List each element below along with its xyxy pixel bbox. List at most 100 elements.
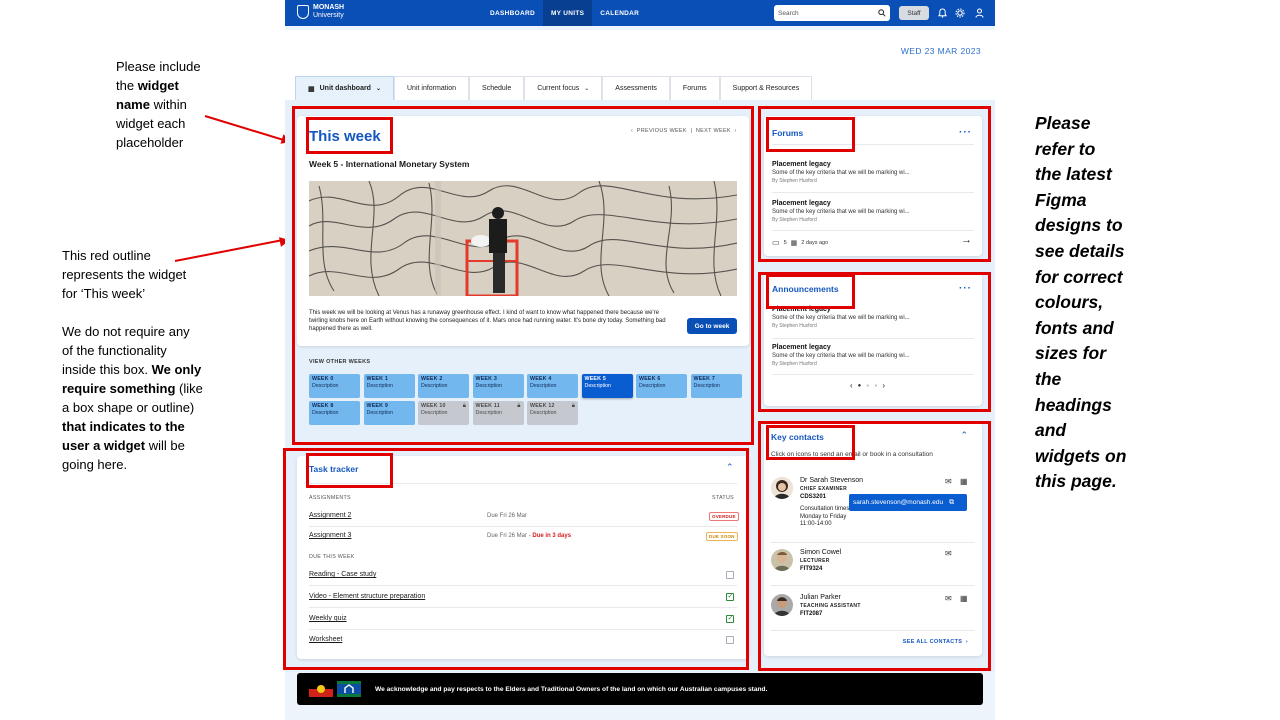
- tab-current-focus[interactable]: Current focus ⌄: [524, 76, 603, 100]
- hours-days: Monday to Friday: [800, 513, 847, 520]
- announcements-title: Announcements: [772, 284, 839, 294]
- status-badge: DUE SOON: [706, 532, 738, 541]
- copy-icon[interactable]: ⧉: [949, 499, 954, 507]
- note-bold: require something: [62, 381, 176, 396]
- email-icon[interactable]: ✉: [945, 477, 952, 486]
- see-all-contacts-link[interactable]: SEE ALL CONTACTS ›: [903, 639, 968, 645]
- previous-week-link[interactable]: PREVIOUS WEEK: [637, 128, 687, 134]
- staff-button[interactable]: Staff: [899, 6, 929, 20]
- lock-icon: 🔒︎: [517, 403, 521, 409]
- chevron-right-icon[interactable]: ›: [882, 381, 885, 390]
- arrow-right-icon[interactable]: →: [961, 234, 972, 246]
- assignment-link[interactable]: Assignment 3: [309, 532, 351, 539]
- main-nav: DASHBOARD MY UNITS CALENDAR: [482, 0, 647, 26]
- note-bold: user a widget: [62, 438, 146, 453]
- tab-forums[interactable]: Forums: [669, 76, 720, 100]
- chevron-left-icon[interactable]: ‹: [850, 381, 853, 390]
- note-text: will be: [145, 438, 185, 453]
- tab-unit-information[interactable]: Unit information: [394, 76, 470, 100]
- task-link[interactable]: Worksheet: [309, 636, 342, 643]
- tab-unit-dashboard[interactable]: ▦ Unit dashboard ⌄: [295, 76, 394, 100]
- chevron-down-icon: ⌄: [584, 86, 590, 92]
- note-line: for ‘This week’: [62, 286, 146, 301]
- chevron-down-icon: ⌄: [375, 86, 381, 92]
- tab-schedule[interactable]: Schedule: [469, 76, 525, 100]
- chevron-up-icon[interactable]: ⌃: [726, 462, 734, 473]
- week-tile[interactable]: WEEK 4 Description: [527, 374, 578, 398]
- task-checkbox-checked[interactable]: [726, 592, 734, 601]
- nav-dashboard[interactable]: DASHBOARD: [482, 0, 543, 26]
- note-bold: We only: [151, 362, 202, 377]
- calendar-icon[interactable]: ▦: [960, 594, 968, 603]
- gear-icon[interactable]: [955, 8, 965, 18]
- go-to-week-button[interactable]: Go to week: [687, 318, 737, 334]
- annotation-outline: This red outline represents the widget f…: [62, 246, 203, 474]
- task-checkbox[interactable]: [726, 636, 734, 644]
- task-link[interactable]: Reading - Case study: [309, 571, 376, 578]
- email-icon[interactable]: ✉: [945, 549, 952, 558]
- monash-logo[interactable]: MONASH University: [297, 4, 344, 20]
- divider: [771, 542, 975, 543]
- week-tile[interactable]: WEEK 1 Description: [363, 374, 415, 398]
- search-icon[interactable]: [878, 9, 886, 17]
- divider: [772, 374, 974, 375]
- forum-post[interactable]: Placement legacy Some of the key criteri…: [772, 200, 910, 223]
- divider: [309, 607, 737, 608]
- nav-my-units[interactable]: MY UNITS: [542, 0, 593, 26]
- divider: [771, 585, 975, 586]
- email-icon[interactable]: ✉: [945, 594, 952, 603]
- week-description: Description: [530, 409, 557, 416]
- note-line: the widget: [116, 76, 201, 95]
- post-author: By Stephen Huxford: [772, 323, 817, 329]
- lock-icon: 🔒︎: [571, 403, 575, 409]
- tab-assessments[interactable]: Assessments: [602, 76, 670, 100]
- carousel-dot[interactable]: ●: [874, 383, 877, 389]
- announcement-item[interactable]: Placement legacy Some of the key criteri…: [772, 306, 910, 329]
- week-tile[interactable]: WEEK 3 Description: [472, 374, 524, 398]
- task-link[interactable]: Weekly quiz: [309, 615, 347, 622]
- carousel-dot-active[interactable]: ●: [858, 383, 862, 389]
- carousel-dot[interactable]: ●: [866, 383, 869, 389]
- task-checkbox[interactable]: [726, 571, 734, 579]
- announcements-widget: Announcements ··· Placement legacy Some …: [764, 273, 982, 406]
- more-options-icon[interactable]: ···: [959, 127, 972, 138]
- note-line: headings: [1035, 394, 1112, 415]
- chevron-right-icon[interactable]: ›: [735, 128, 737, 134]
- note-line: placeholder: [116, 135, 184, 150]
- week-tile[interactable]: WEEK 9 Description: [363, 401, 415, 425]
- bell-icon[interactable]: [937, 8, 947, 18]
- grid-icon: ▦: [308, 85, 315, 93]
- week-tile[interactable]: WEEK 7 Description: [690, 374, 742, 398]
- search-input[interactable]: Search: [774, 5, 890, 21]
- week-tile[interactable]: WEEK 6 Description: [636, 374, 687, 398]
- week-tile[interactable]: WEEK 2 Description: [418, 374, 469, 398]
- note-line: that indicates to the: [62, 417, 203, 436]
- week-tile[interactable]: WEEK 8 Description: [309, 401, 360, 425]
- avatar: [771, 477, 793, 499]
- note-line: We do not require any: [62, 324, 190, 339]
- week-tile[interactable]: WEEK 0 Description: [309, 374, 360, 398]
- announcement-item[interactable]: Placement legacy Some of the key criteri…: [772, 344, 910, 367]
- chevron-left-icon[interactable]: ‹: [631, 128, 633, 134]
- annotation-widget-name: Please include the widget name within wi…: [116, 57, 201, 152]
- week-tile[interactable]: WEEK 11 Description 🔒︎: [472, 401, 524, 425]
- nav-calendar[interactable]: CALENDAR: [592, 0, 647, 26]
- divider: [772, 338, 974, 339]
- post-excerpt: Some of the key criteria that we will be…: [772, 353, 910, 359]
- more-options-icon[interactable]: ···: [959, 283, 972, 294]
- user-icon[interactable]: [974, 8, 984, 18]
- forum-post[interactable]: Placement legacy Some of the key criteri…: [772, 161, 910, 184]
- week-tile[interactable]: WEEK 5 Description: [581, 374, 633, 398]
- week-description: Description: [421, 382, 448, 389]
- next-week-link[interactable]: NEXT WEEK: [696, 128, 731, 134]
- week-tile[interactable]: WEEK 12 Description 🔒︎: [527, 401, 578, 425]
- assignment-link[interactable]: Assignment 2: [309, 512, 351, 519]
- post-title: Placement legacy: [772, 161, 831, 168]
- week-description: Description: [366, 382, 394, 389]
- week-tile[interactable]: WEEK 10 Description 🔒︎: [418, 401, 469, 425]
- task-checkbox-checked[interactable]: [726, 614, 734, 623]
- tab-support-resources[interactable]: Support & Resources: [719, 76, 813, 100]
- calendar-icon[interactable]: ▦: [960, 477, 968, 486]
- task-link[interactable]: Video - Element structure preparation: [309, 593, 425, 600]
- chevron-up-icon[interactable]: ⌃: [960, 430, 968, 441]
